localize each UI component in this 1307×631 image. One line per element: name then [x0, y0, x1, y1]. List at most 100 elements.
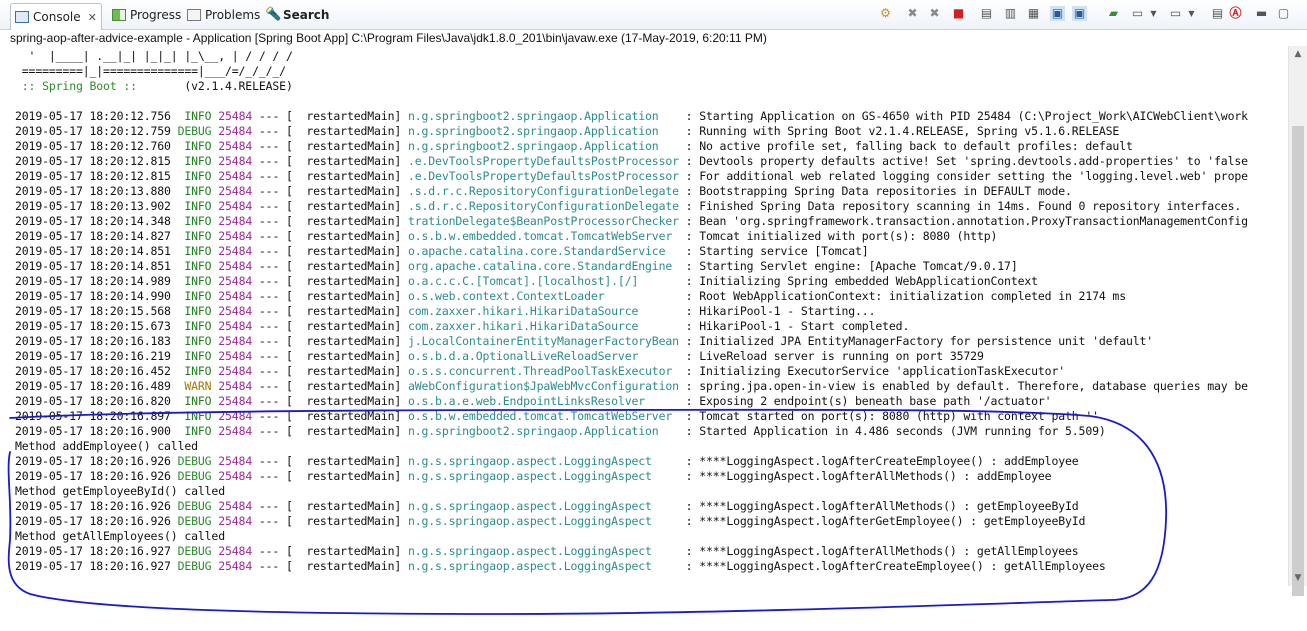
log-level: INFO	[184, 319, 212, 333]
log-logger: com.zaxxer.hikari.HikariDataSource	[407, 319, 639, 333]
log-timestamp: 2019-05-17 18:20:12.815	[15, 169, 171, 183]
log-pid: 25484	[218, 184, 253, 198]
log-message: ****LoggingAspect.logAfterCreateEmployee…	[699, 454, 1079, 468]
log-timestamp: 2019-05-17 18:20:16.452	[15, 364, 171, 378]
log-thread: restartedMain	[306, 154, 395, 168]
quick-access-icon[interactable]: Ⓐ	[1228, 6, 1243, 21]
log-level: WARN	[184, 379, 212, 393]
chevron-down-icon[interactable]: ▼	[1146, 6, 1161, 21]
spring-boot-label: :: Spring Boot ::	[15, 79, 144, 93]
log-pid: 25484	[218, 334, 253, 348]
tab-progress[interactable]: Progress	[108, 4, 185, 26]
log-pid: 25484	[218, 424, 253, 438]
log-timestamp: 2019-05-17 18:20:12.760	[15, 139, 171, 153]
log-message: Devtools property defaults active! Set '…	[699, 154, 1248, 168]
log-logger: .e.DevToolsPropertyDefaultsPostProcessor	[407, 169, 679, 183]
log-thread: restartedMain	[306, 409, 395, 423]
log-line: 2019-05-17 18:20:16.489 WARN 25484 --- […	[15, 379, 1248, 393]
console-output[interactable]: ' |____| .__|_| |_|_| |_\__, | / / / / =…	[0, 46, 1288, 631]
log-thread: restartedMain	[306, 304, 395, 318]
log-level: INFO	[184, 394, 212, 408]
log-thread: restartedMain	[306, 364, 395, 378]
log-timestamp: 2019-05-17 18:20:15.673	[15, 319, 171, 333]
pin-console-icon[interactable]: ▰	[1106, 6, 1121, 21]
log-thread: restartedMain	[306, 319, 395, 333]
log-pid: 25484	[218, 124, 253, 138]
tab-console[interactable]: Console ✕	[10, 3, 102, 30]
tab-problems[interactable]: Problems	[183, 4, 264, 26]
log-level: DEBUG	[177, 454, 212, 468]
log-logger: com.zaxxer.hikari.HikariDataSource	[407, 304, 639, 318]
banner-line: ' |____| .__|_| |_|_| |_\__, | / / / /	[15, 49, 293, 63]
log-message: Exposing 2 endpoint(s) beneath base path…	[699, 394, 1052, 408]
log-timestamp: 2019-05-17 18:20:15.568	[15, 304, 171, 318]
scroll-lock-icon[interactable]: ▥	[1003, 6, 1018, 21]
log-timestamp: 2019-05-17 18:20:16.820	[15, 394, 171, 408]
log-pid: 25484	[218, 409, 253, 423]
remove-all-icon[interactable]: ✖	[927, 6, 942, 21]
log-level: INFO	[184, 109, 212, 123]
log-timestamp: 2019-05-17 18:20:14.851	[15, 244, 171, 258]
open-console-icon[interactable]: ▭	[1168, 6, 1183, 21]
log-pid: 25484	[218, 349, 253, 363]
log-timestamp: 2019-05-17 18:20:16.926	[15, 499, 171, 513]
show-stdout-icon[interactable]: ▣	[1050, 6, 1065, 21]
log-message: Tomcat initialized with port(s): 8080 (h…	[699, 229, 998, 243]
clear-console-icon[interactable]: ▤	[979, 6, 994, 21]
log-pid: 25484	[218, 454, 253, 468]
log-timestamp: 2019-05-17 18:20:16.926	[15, 454, 171, 468]
scroll-down-icon[interactable]: ▼	[1289, 570, 1307, 586]
log-line: 2019-05-17 18:20:14.990 INFO 25484 --- […	[15, 289, 1126, 303]
display-console-icon[interactable]: ▭	[1130, 6, 1145, 21]
minimize-icon[interactable]: ▬	[1254, 6, 1269, 21]
search-icon: 🔦	[265, 7, 282, 22]
tab-search[interactable]: 🔦 Search	[261, 4, 333, 26]
maximize-icon[interactable]: ▢	[1276, 6, 1291, 21]
chevron-down-icon[interactable]: ▼	[1184, 6, 1199, 21]
terminate-all-icon[interactable]: ⚙	[878, 6, 893, 21]
log-level: DEBUG	[177, 499, 212, 513]
log-message: Starting Servlet engine: [Apache Tomcat/…	[699, 259, 1018, 273]
tab-progress-label: Progress	[130, 8, 182, 22]
banner-version-line: :: Spring Boot :: (v2.1.4.RELEASE)	[15, 79, 293, 94]
close-icon[interactable]: ✕	[88, 11, 97, 24]
log-pid: 25484	[218, 109, 253, 123]
log-thread: restartedMain	[306, 244, 395, 258]
log-level: INFO	[184, 214, 212, 228]
log-level: INFO	[184, 154, 212, 168]
log-thread: restartedMain	[306, 334, 395, 348]
tab-problems-label: Problems	[205, 8, 261, 22]
log-message: Initialized JPA EntityManagerFactory for…	[699, 334, 1154, 348]
problems-icon	[187, 9, 201, 21]
log-message: Root WebApplicationContext: initializati…	[699, 289, 1126, 303]
show-stderr-icon[interactable]: ▣	[1072, 6, 1087, 21]
log-thread: restartedMain	[306, 394, 395, 408]
log-thread: restartedMain	[306, 214, 395, 228]
log-thread: restartedMain	[306, 259, 395, 273]
word-wrap-icon[interactable]: ▦	[1026, 6, 1041, 21]
log-logger: n.g.s.springaop.aspect.LoggingAspect	[407, 514, 652, 528]
log-logger: n.g.s.springaop.aspect.LoggingAspect	[407, 454, 652, 468]
remove-launch-icon[interactable]: ✖	[905, 6, 920, 21]
view-menu-icon[interactable]: ▤	[1210, 6, 1225, 21]
scrollbar-thumb[interactable]	[1292, 126, 1304, 596]
log-message: Finished Spring Data repository scanning…	[699, 199, 1242, 213]
tab-console-label: Console	[33, 10, 81, 24]
log-logger: o.s.b.w.embedded.tomcat.TomcatWebServer	[407, 229, 673, 243]
log-line: 2019-05-17 18:20:16.183 INFO 25484 --- […	[15, 334, 1154, 348]
log-timestamp: 2019-05-17 18:20:12.815	[15, 154, 171, 168]
log-thread: restartedMain	[306, 184, 395, 198]
stop-icon[interactable]: ■	[951, 6, 966, 21]
scroll-up-icon[interactable]: ▲	[1289, 46, 1307, 62]
log-logger: n.g.springboot2.springaop.Application	[407, 109, 659, 123]
log-logger: j.LocalContainerEntityManagerFactoryBean	[407, 334, 679, 348]
log-logger: o.apache.catalina.core.StandardService	[407, 244, 666, 258]
vertical-scrollbar[interactable]: ▲ ▼	[1288, 46, 1307, 596]
log-level: INFO	[184, 259, 212, 273]
log-thread: restartedMain	[306, 454, 395, 468]
log-message: ****LoggingAspect.logAfterAllMethods() :…	[699, 544, 1079, 558]
log-message: Initializing Spring embedded WebApplicat…	[699, 274, 1038, 288]
log-message: For additional web related logging consi…	[699, 169, 1248, 183]
log-level: INFO	[184, 199, 212, 213]
log-logger: n.g.s.springaop.aspect.LoggingAspect	[407, 469, 652, 483]
